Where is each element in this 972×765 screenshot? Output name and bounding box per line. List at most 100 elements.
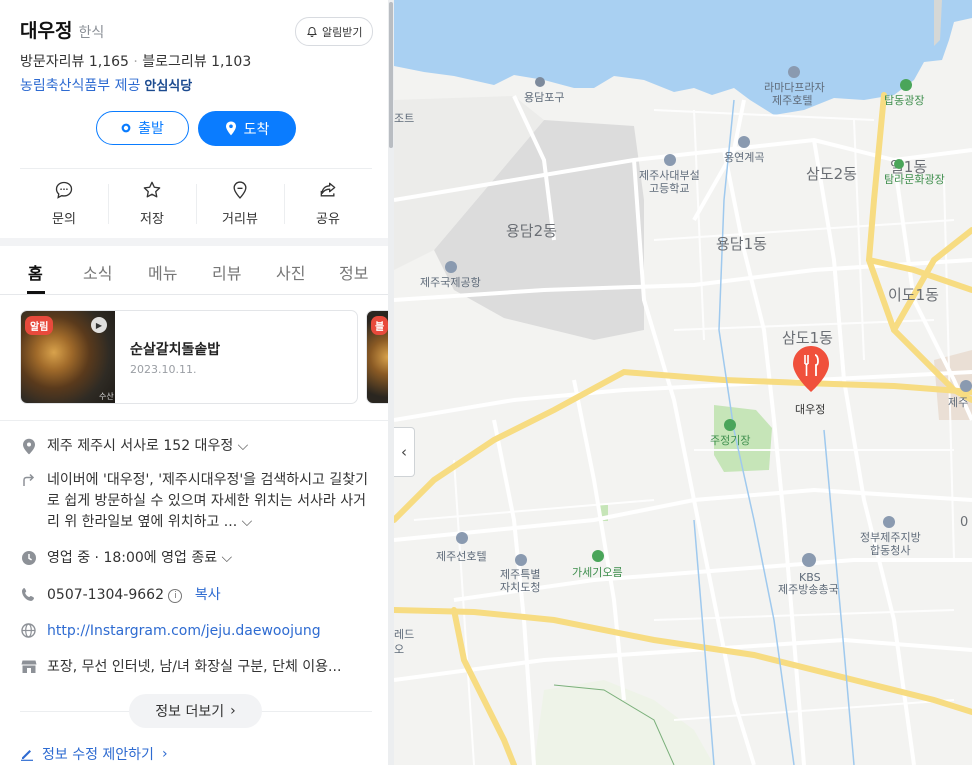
place-title[interactable]: 대우정 bbox=[20, 16, 72, 43]
hours-row: 영업 중 · 18:00에 영업 종료 ⌵ bbox=[20, 548, 377, 569]
divider bbox=[0, 420, 388, 421]
amenities-text[interactable]: 포장, 무선 인터넷, 남/녀 화장실 구분, 단체 이용... bbox=[47, 657, 377, 678]
tab-menu[interactable]: 메뉴 bbox=[148, 260, 177, 284]
provider-line: 농림축산식품부 제공 안심식당 bbox=[20, 75, 192, 95]
route-arrow-icon bbox=[23, 473, 35, 486]
map-label: 0 bbox=[960, 515, 968, 530]
tab-bar: 홈 소식 메뉴 리뷰 사진 정보 bbox=[0, 246, 388, 295]
action-bar: 문의 저장 거리뷰 공유 bbox=[20, 180, 372, 227]
streetview-label: 거리뷰 bbox=[222, 212, 258, 227]
arrive-button[interactable]: 도착 bbox=[198, 111, 296, 146]
chat-bubble-icon bbox=[55, 181, 73, 199]
depart-button[interactable]: 출발 bbox=[96, 111, 189, 145]
tab-home[interactable]: 홈 bbox=[28, 260, 43, 284]
globe-icon bbox=[21, 623, 36, 638]
chevron-right-icon: › bbox=[230, 703, 236, 719]
phone-row: 0507-1304-9662 i 복사 bbox=[20, 585, 377, 606]
chevron-down-icon[interactable]: ⌵ bbox=[222, 550, 233, 566]
save-label: 저장 bbox=[140, 212, 164, 227]
chevron-right-icon: › bbox=[161, 746, 168, 762]
share-icon bbox=[320, 182, 336, 197]
blog-review-link[interactable]: 블로그리뷰 1,103 bbox=[142, 54, 251, 70]
map-label: 용담1동 bbox=[716, 235, 767, 253]
depart-label: 출발 bbox=[138, 121, 164, 137]
clock-icon bbox=[21, 551, 36, 565]
directions-value: 네이버에 '대우정', '제주시대우정'을 검색하시고 길찾기로 쉽게 방문하실… bbox=[47, 472, 369, 530]
next-news-card[interactable]: 블 bbox=[366, 310, 388, 404]
tab-info[interactable]: 정보 bbox=[339, 260, 368, 284]
news-tag: 알림 bbox=[25, 316, 54, 335]
suggest-edit-label: 정보 수정 제안하기 bbox=[42, 747, 154, 763]
place-category: 한식 bbox=[78, 25, 105, 41]
map-label: 제주사대부설 bbox=[639, 169, 700, 182]
map-label: 이도1동 bbox=[888, 286, 939, 304]
location-pin-icon bbox=[233, 181, 247, 199]
news-date: 2023.10.11. bbox=[130, 363, 197, 376]
safe-restaurant-badge: 안심식당 bbox=[144, 79, 193, 94]
scrollbar-thumb[interactable] bbox=[389, 2, 393, 148]
tab-news[interactable]: 소식 bbox=[83, 260, 112, 284]
review-counts: 방문자리뷰 1,165 · 블로그리뷰 1,103 bbox=[20, 51, 251, 71]
map-label: 제주호텔 bbox=[772, 94, 812, 107]
address-row: 제주 제주시 서사로 152 대우정 ⌵ bbox=[20, 436, 377, 457]
chevron-down-icon[interactable]: ⌵ bbox=[242, 514, 253, 530]
destination-pin-icon bbox=[225, 121, 236, 136]
suggest-edit-link[interactable]: 정보 수정 제안하기 › bbox=[20, 744, 168, 764]
map-label: 삼도2동 bbox=[806, 165, 857, 183]
panel-scrollbar[interactable] bbox=[388, 0, 394, 765]
thumbnail-overlay-text: 수산 bbox=[99, 392, 114, 401]
copy-button[interactable]: 복사 bbox=[195, 587, 221, 603]
hours-text[interactable]: 영업 중 · 18:00에 영업 종료 ⌵ bbox=[47, 548, 377, 569]
pencil-icon bbox=[21, 750, 33, 761]
map-label: 삼도1동 bbox=[782, 329, 833, 347]
phone-value[interactable]: 0507-1304-9662 bbox=[47, 587, 164, 603]
inquiry-action[interactable]: 문의 bbox=[20, 180, 108, 227]
map-label: 제주특별 bbox=[500, 568, 540, 581]
directions-text[interactable]: 네이버에 '대우정', '제주시대우정'을 검색하시고 길찾기로 쉽게 방문하실… bbox=[47, 470, 377, 533]
map-canvas[interactable]: 용담포구 조트 라마다프라자 제주호텔 탑동광장 용연계곡 제주사대부설 고등학교 … bbox=[394, 0, 972, 765]
website-link[interactable]: http://Instargram.com/jeju.daewoojung bbox=[47, 621, 377, 642]
hours-value: 영업 중 · 18:00에 영업 종료 bbox=[47, 550, 218, 566]
star-icon bbox=[143, 181, 161, 198]
map-label: 제주선호텔 bbox=[436, 550, 487, 563]
map-label: 조트 bbox=[394, 112, 414, 125]
store-icon bbox=[21, 660, 36, 673]
chevron-down-icon[interactable]: ⌵ bbox=[238, 438, 249, 454]
map-svg[interactable]: 용담포구 조트 라마다프라자제주호텔 탑동광장 용연계곡 제주사대부설고등학교 … bbox=[394, 0, 972, 765]
chevron-left-icon: ‹ bbox=[401, 443, 407, 461]
map-label: 탐라문화광장 bbox=[884, 173, 945, 186]
provider-text: 농림축산식품부 제공 bbox=[20, 78, 141, 94]
map-label: 레드 bbox=[394, 628, 414, 641]
alarm-button[interactable]: 알림받기 bbox=[295, 17, 374, 46]
visitor-review-link[interactable]: 방문자리뷰 1,165 bbox=[20, 54, 129, 70]
tab-photos[interactable]: 사진 bbox=[276, 260, 305, 284]
map-label: 고등학교 bbox=[649, 182, 689, 195]
streetview-action[interactable]: 거리뷰 bbox=[196, 180, 284, 227]
tab-reviews[interactable]: 리뷰 bbox=[212, 260, 241, 284]
address-text[interactable]: 제주 제주시 서사로 152 대우정 ⌵ bbox=[47, 436, 377, 457]
alarm-label: 알림받기 bbox=[322, 25, 363, 39]
phone-text: 0507-1304-9662 i 복사 bbox=[47, 585, 377, 606]
bell-icon bbox=[307, 26, 317, 37]
collapse-panel-button[interactable]: ‹ bbox=[394, 427, 415, 477]
place-panel: 대우정 한식 알림받기 방문자리뷰 1,165 · 블로그리뷰 1,103 농림… bbox=[0, 0, 388, 765]
map-label: 라마다프라자 bbox=[764, 81, 825, 94]
next-news-tag: 블 bbox=[371, 316, 388, 335]
map-label: 제주국제공항 bbox=[420, 276, 481, 289]
news-title: 순살갈치돌솥밥 bbox=[130, 342, 221, 358]
news-card[interactable]: 알림 ▶ 수산 순살갈치돌솥밥 2023.10.11. bbox=[20, 310, 358, 404]
website-row: http://Instargram.com/jeju.daewoojung bbox=[20, 621, 377, 642]
arrive-label: 도착 bbox=[243, 121, 270, 138]
location-pin-icon bbox=[22, 438, 35, 455]
more-info-label: 정보 더보기 bbox=[155, 704, 225, 720]
save-action[interactable]: 저장 bbox=[108, 180, 196, 227]
map-label: 용연계곡 bbox=[724, 151, 764, 164]
info-circle-icon[interactable]: i bbox=[168, 589, 183, 603]
more-info-button[interactable]: 정보 더보기 › bbox=[129, 694, 262, 728]
phone-icon bbox=[22, 588, 34, 601]
active-tab-indicator bbox=[27, 291, 45, 294]
divider bbox=[20, 168, 372, 169]
play-icon: ▶ bbox=[91, 317, 107, 333]
map-label: 오 bbox=[394, 643, 404, 656]
share-action[interactable]: 공유 bbox=[284, 180, 372, 227]
